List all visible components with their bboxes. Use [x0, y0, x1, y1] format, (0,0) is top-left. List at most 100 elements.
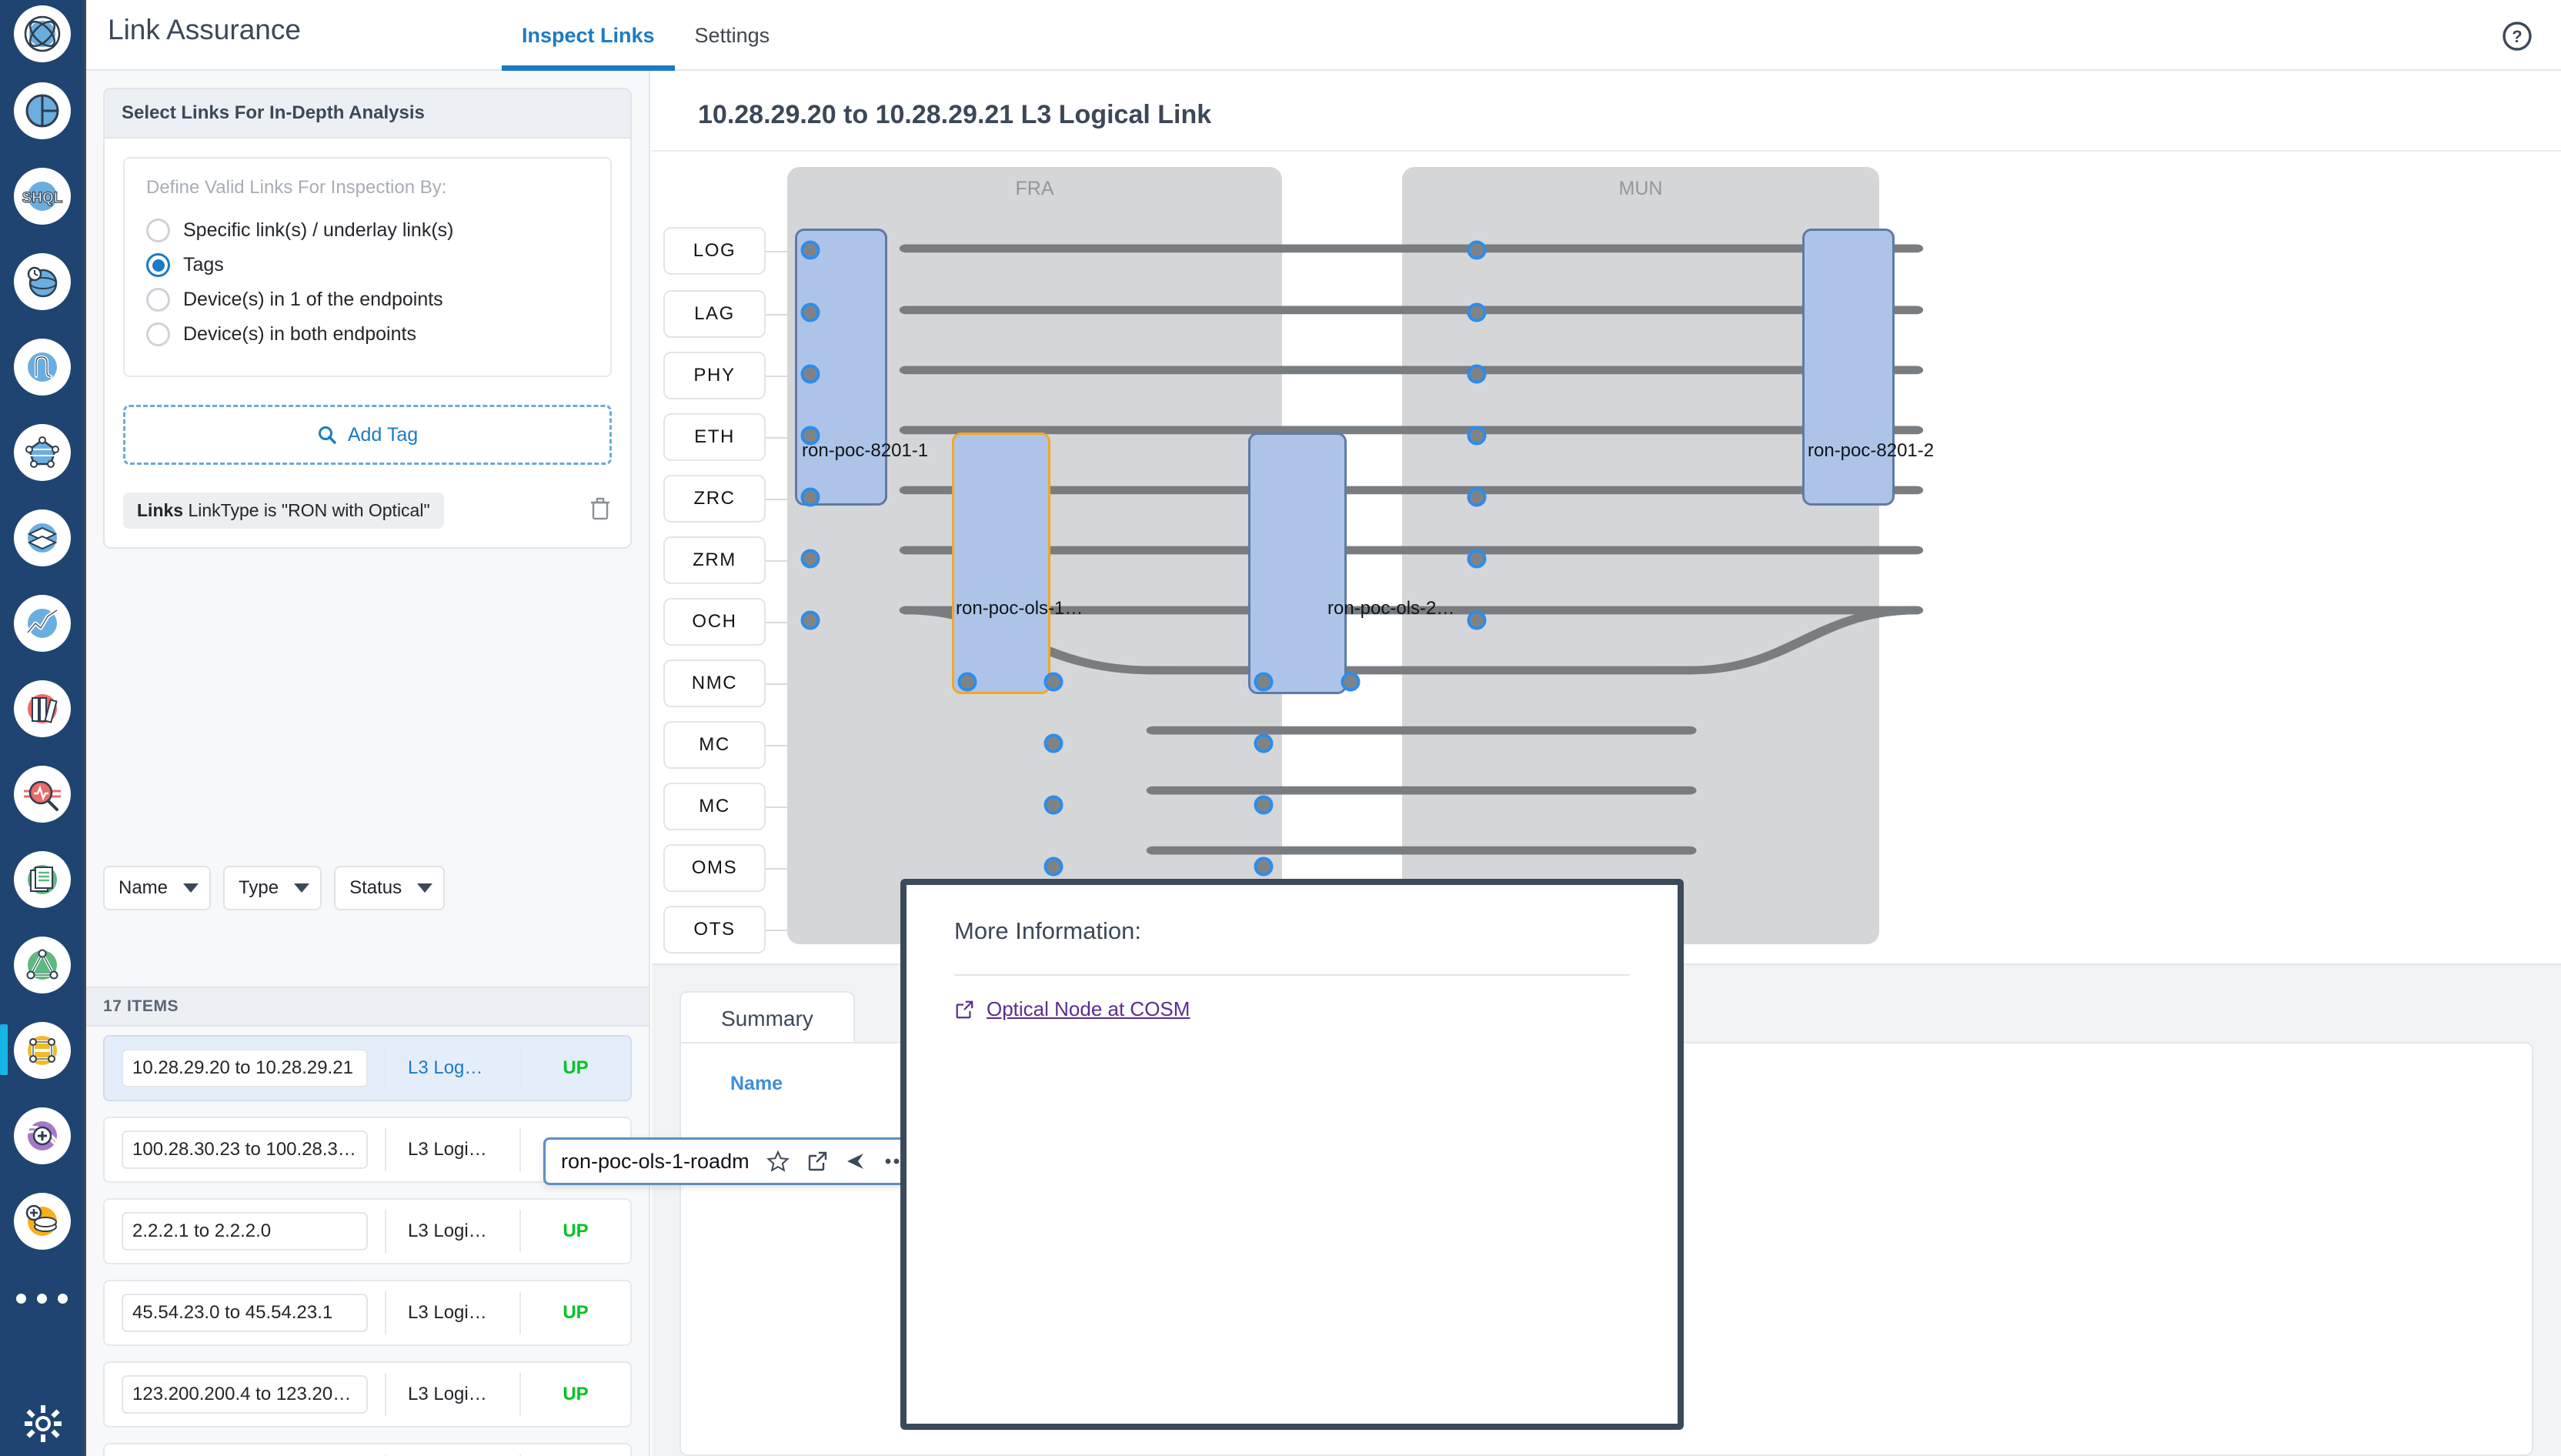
layer-chip-log[interactable]: LOG [663, 227, 766, 275]
layer-chip-ots[interactable]: OTS [663, 906, 766, 953]
chevron-down-icon [294, 883, 310, 893]
define-links-box: Define Valid Links For Inspection By: Sp… [123, 157, 612, 377]
rail-item-trends[interactable] [0, 580, 84, 666]
delete-tag-button[interactable] [589, 496, 612, 525]
more-information-dialog: More Information: Optical Node at COSM [900, 879, 1684, 1430]
list-item[interactable]: 123.200.200.6 to 123.200… L3 Logi… UP [103, 1443, 632, 1456]
favorite-node-button[interactable] [766, 1150, 790, 1173]
list-item[interactable]: 10.28.29.20 to 10.28.29.21 L3 Log… UP [103, 1035, 632, 1101]
tab-settings[interactable]: Settings [675, 0, 790, 71]
chevron-down-icon [417, 883, 433, 893]
status-badge: UP [519, 1373, 630, 1416]
rail-item-time-travel[interactable] [0, 239, 84, 324]
rail-item-mesh[interactable] [0, 922, 84, 1007]
external-link-icon [956, 1000, 973, 1018]
node-ron-poc-ols-1[interactable] [952, 432, 1050, 694]
help-button[interactable]: ? [2501, 20, 2533, 56]
node-label-ron-poc-ols-1: ron-poc-ols-1… [956, 598, 1084, 619]
rail-item-logo[interactable] [0, 0, 84, 68]
layer-chip-mc-1[interactable]: MC [663, 721, 766, 769]
radio-tags[interactable]: Tags [146, 253, 589, 277]
more-information-divider [954, 974, 1630, 976]
rail-item-dashboard[interactable] [0, 68, 84, 153]
rail-item-reports[interactable] [0, 837, 84, 922]
add-tag-button[interactable]: Add Tag [123, 405, 612, 465]
rail-item-layers[interactable] [0, 495, 84, 580]
rail-item-diagnostics[interactable] [0, 751, 84, 837]
search-icon [318, 426, 336, 444]
select-links-body: Define Valid Links For Inspection By: Sp… [105, 139, 630, 547]
layer-chip-zrm[interactable]: ZRM [663, 536, 766, 584]
tag-scope: Links [137, 500, 184, 520]
layer-chip-phy[interactable]: PHY [663, 352, 766, 399]
node-ron-poc-ols-2[interactable] [1248, 432, 1347, 694]
tab-summary[interactable]: Summary [679, 991, 855, 1045]
filter-type[interactable]: Type [223, 866, 322, 910]
link-type: L3 Log… [385, 1047, 519, 1090]
layer-chip-oms[interactable]: OMS [663, 844, 766, 892]
rail-overflow-button[interactable] [0, 1264, 84, 1333]
column-header-name[interactable]: Name [730, 1073, 783, 1095]
link-graph-icon [13, 1021, 71, 1079]
trend-line-icon [13, 594, 71, 652]
add-tag-label: Add Tag [347, 423, 419, 446]
triangle-mesh-icon [13, 936, 71, 993]
node-tooltip-name: ron-poc-ols-1-roadm [561, 1149, 750, 1173]
layer-chip-lag[interactable]: LAG [663, 290, 766, 338]
plus-swirl-icon [13, 1107, 71, 1164]
optical-node-link[interactable]: Optical Node at COSM [954, 997, 1678, 1021]
tab-inspect-links[interactable]: Inspect Links [502, 0, 675, 71]
select-links-card: Select Links For In-Depth Analysis Defin… [103, 88, 632, 549]
node-label-ron-poc-ols-2: ron-poc-ols-2… [1327, 598, 1455, 619]
page-title: Link Assurance [108, 14, 301, 45]
rail-settings-button[interactable] [0, 1405, 86, 1442]
node-tooltip[interactable]: ron-poc-ols-1-roadm [543, 1137, 927, 1185]
item-count: 17 ITEMS [86, 987, 649, 1027]
svg-text:?: ? [2512, 27, 2522, 46]
select-links-header: Select Links For In-Depth Analysis [105, 89, 630, 139]
layers-icon [13, 509, 71, 566]
radio-label: Device(s) in 1 of the endpoints [183, 289, 443, 310]
radio-device-both-endpoints[interactable]: Device(s) in both endpoints [146, 322, 589, 346]
node-ron-poc-8201-2[interactable] [1802, 229, 1895, 506]
rail-item-shql[interactable]: SHQL [0, 153, 84, 239]
rail-item-add-plugin[interactable] [0, 1093, 84, 1178]
rail-item-topology[interactable] [0, 409, 84, 495]
trash-icon [591, 497, 609, 520]
layer-chip-zrc[interactable]: ZRC [663, 475, 766, 523]
link-topology-diagram[interactable]: LOG LAG PHY ETH ZRC ZRM OCH NMC MC MC OM… [652, 152, 2561, 953]
layer-chip-eth[interactable]: ETH [663, 413, 766, 461]
tag-pill[interactable]: Links LinkType is "RON with Optical" [123, 493, 444, 529]
snake-path-icon [13, 338, 71, 396]
document-list-icon [13, 850, 71, 908]
radio-icon [146, 288, 170, 312]
ellipsis-icon [37, 1293, 47, 1304]
rail-item-link-assurance[interactable] [0, 1007, 84, 1093]
rail-item-add-credits[interactable] [0, 1178, 84, 1264]
define-links-label: Define Valid Links For Inspection By: [146, 177, 447, 198]
link-type: L3 Logi… [385, 1291, 519, 1334]
layer-chip-och[interactable]: OCH [663, 598, 766, 646]
list-item[interactable]: 123.200.200.4 to 123.200… L3 Logi… UP [103, 1361, 632, 1428]
node-label-ron-poc-8201-2: ron-poc-8201-2 [1808, 440, 1935, 461]
filter-name[interactable]: Name [103, 866, 212, 910]
list-item[interactable]: 2.2.2.1 to 2.2.2.0 L3 Logi… UP [103, 1198, 632, 1264]
open-node-button[interactable] [806, 1150, 828, 1172]
navigate-node-button[interactable] [845, 1150, 866, 1172]
list-item[interactable]: 45.54.23.0 to 45.54.23.1 L3 Logi… UP [103, 1280, 632, 1346]
filter-status[interactable]: Status [334, 866, 446, 910]
radio-specific-links[interactable]: Specific link(s) / underlay link(s) [146, 219, 589, 242]
layer-chip-nmc[interactable]: NMC [663, 660, 766, 707]
link-title: 10.28.29.20 to 10.28.29.21 L3 Logical Li… [698, 100, 1212, 129]
filter-name-label: Name [119, 877, 169, 898]
filter-status-label: Status [349, 877, 402, 898]
tag-expression: LinkType is "RON with Optical" [188, 500, 430, 520]
rail-item-path-trace[interactable] [0, 324, 84, 409]
help-circle-icon: ? [2503, 22, 2532, 51]
link-name: 100.28.30.23 to 100.28.3… [122, 1130, 368, 1169]
radio-device-one-endpoint[interactable]: Device(s) in 1 of the endpoints [146, 288, 589, 312]
link-list[interactable]: 10.28.29.20 to 10.28.29.21 L3 Log… UP 10… [86, 1029, 649, 1456]
radio-label: Specific link(s) / underlay link(s) [183, 219, 454, 241]
layer-chip-mc-2[interactable]: MC [663, 783, 766, 830]
rail-item-library[interactable] [0, 666, 84, 751]
